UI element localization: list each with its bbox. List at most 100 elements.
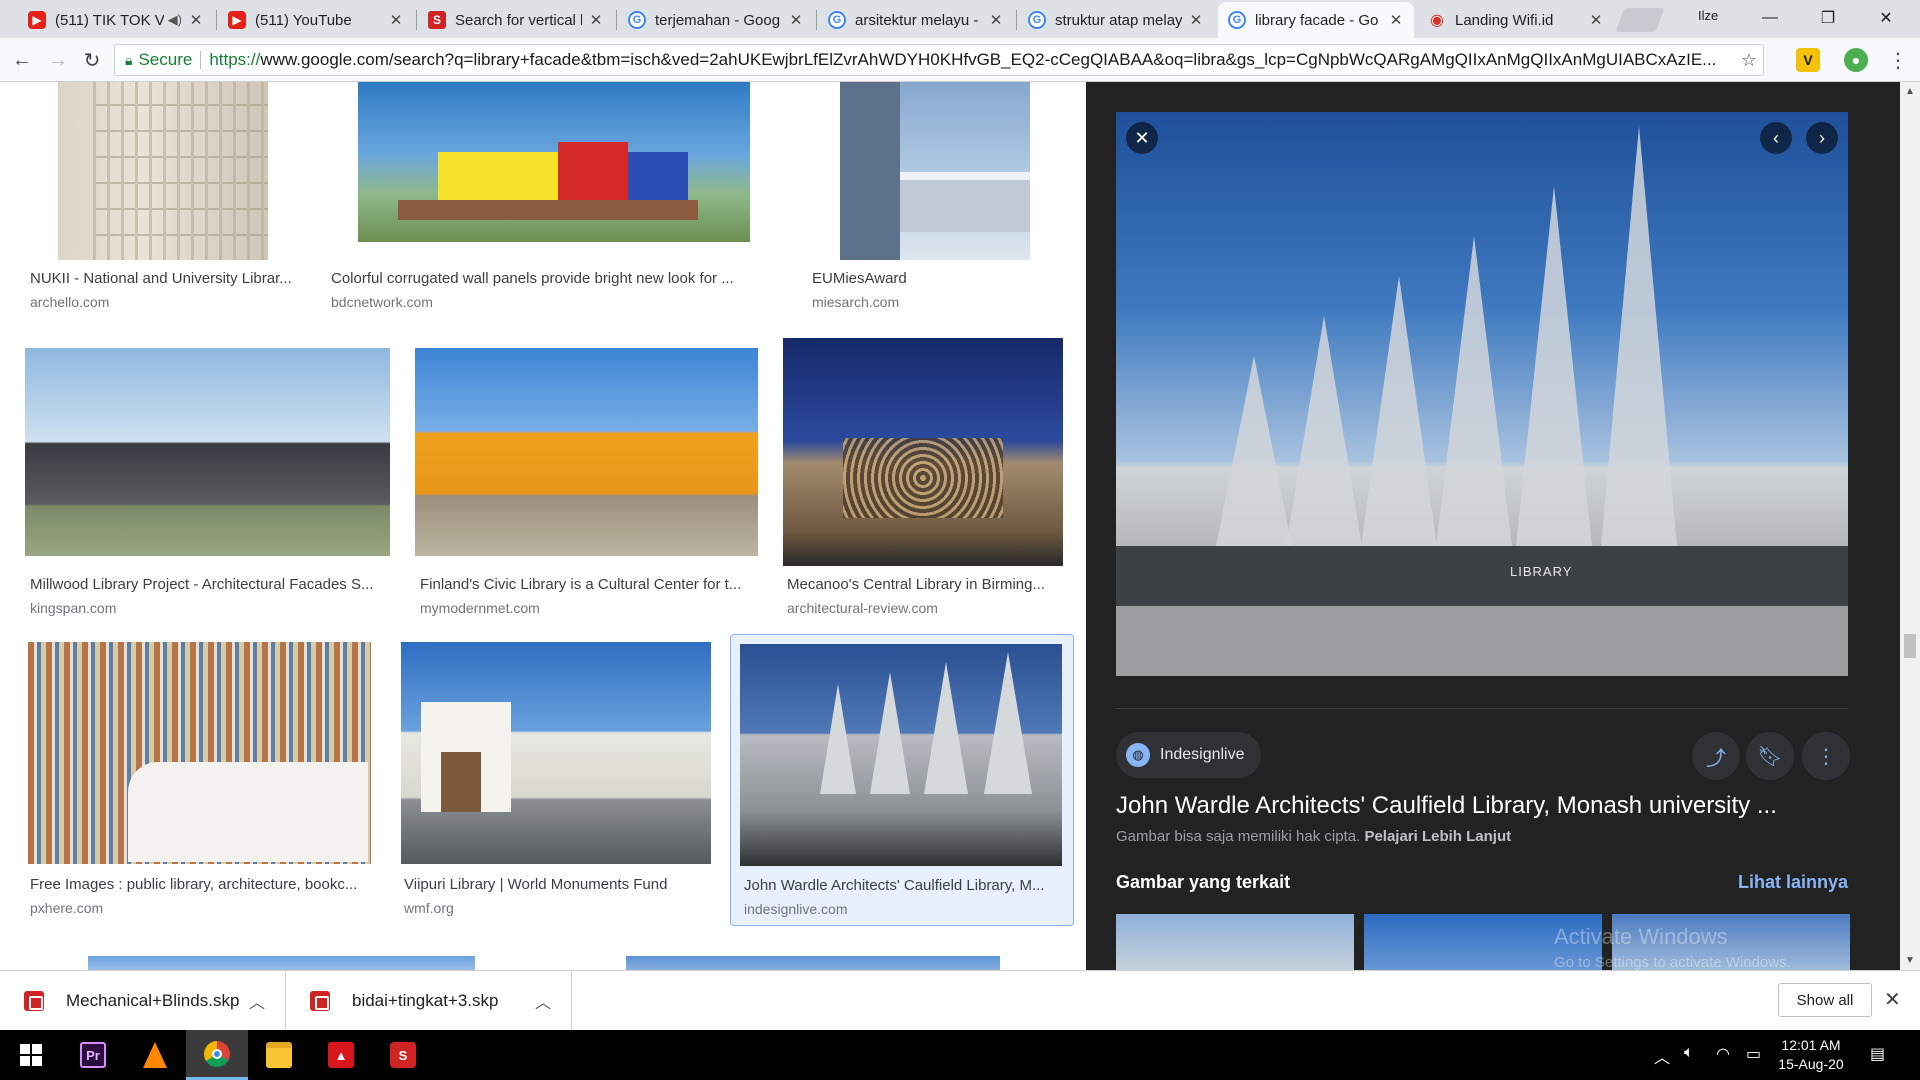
result-image[interactable] <box>358 82 750 242</box>
result-caption[interactable]: Finland's Civic Library is a Cultural Ce… <box>420 576 756 593</box>
volume-icon[interactable]: 🔈︎ <box>1684 1044 1694 1062</box>
tab-search-vertical[interactable]: S Search for vertical l ✕ <box>418 2 614 38</box>
save-bookmark-icon[interactable]: 🔖︎ <box>1746 732 1794 780</box>
result-tile[interactable]: Viipuri Library | World Monuments Fund w… <box>398 640 728 920</box>
close-tab-icon[interactable]: ✕ <box>1388 11 1404 29</box>
source-chip[interactable]: ◍ Indesignlive <box>1116 732 1261 778</box>
learn-more-link[interactable]: Pelajari Lebih Lanjut <box>1364 828 1511 845</box>
see-more-link[interactable]: Lihat lainnya <box>1738 872 1848 893</box>
result-caption[interactable]: Mecanoo's Central Library in Birming... <box>787 576 1059 593</box>
result-image[interactable] <box>626 956 1000 970</box>
bookmark-star-icon[interactable]: ☆ <box>1735 50 1763 71</box>
result-caption[interactable]: Free Images : public library, architectu… <box>30 876 370 893</box>
result-caption[interactable]: EUMiesAward <box>812 270 1052 287</box>
chrome-icon[interactable] <box>186 1030 248 1080</box>
result-image[interactable] <box>783 338 1063 566</box>
extension-globe-icon[interactable]: ● <box>1844 48 1868 72</box>
tab-struktur-atap[interactable]: G struktur atap melay ✕ <box>1018 2 1214 38</box>
result-caption[interactable]: Viipuri Library | World Monuments Fund <box>404 876 724 893</box>
close-downloads-icon[interactable]: ✕ <box>1884 987 1901 1012</box>
close-tab-icon[interactable]: ✕ <box>588 11 604 29</box>
profile-label[interactable]: Ilze <box>1698 8 1718 23</box>
maximize-icon[interactable]: ❐ <box>1800 0 1856 36</box>
result-image[interactable] <box>58 82 268 260</box>
panel-scrollbar[interactable]: ▲ ▼ <box>1900 82 1920 970</box>
preview-image[interactable]: LIBRARY <box>1116 112 1848 676</box>
more-options-icon[interactable]: ⋮ <box>1802 732 1850 780</box>
vlc-icon[interactable] <box>124 1030 186 1080</box>
result-tile[interactable]: Millwood Library Project - Architectural… <box>24 336 394 616</box>
result-tile[interactable]: Mecanoo's Central Library in Birming... … <box>782 336 1064 616</box>
scroll-down-icon[interactable]: ▼ <box>1900 955 1920 966</box>
result-source[interactable]: miesarch.com <box>812 294 899 310</box>
scrollbar-thumb[interactable] <box>1904 634 1916 658</box>
result-tile[interactable] <box>24 944 538 970</box>
share-icon[interactable]: ⤴ <box>1692 732 1740 780</box>
tab-landing-wifi[interactable]: ◉ Landing Wifi.id ✕ <box>1418 2 1614 38</box>
system-clock[interactable]: 12:01 AM 15-Aug-20 <box>1766 1036 1856 1074</box>
file-explorer-icon[interactable] <box>248 1030 310 1080</box>
result-source[interactable]: bdcnetwork.com <box>331 294 433 310</box>
url-text[interactable]: https://www.google.com/search?q=library+… <box>209 50 1735 70</box>
download-item[interactable]: Mechanical+Blinds.skp ︿ <box>0 971 286 1031</box>
tab-youtube[interactable]: ▶ (511) YouTube ✕ <box>218 2 414 38</box>
close-tab-icon[interactable]: ✕ <box>1588 11 1604 29</box>
close-window-icon[interactable]: ✕ <box>1858 0 1914 36</box>
battery-icon[interactable]: ▭ <box>1746 1044 1761 1064</box>
result-image[interactable] <box>401 642 711 864</box>
close-preview-icon[interactable]: ✕ <box>1126 122 1158 154</box>
result-source[interactable]: wmf.org <box>404 900 454 916</box>
result-source[interactable]: indesignlive.com <box>744 901 848 917</box>
address-bar[interactable]: 🔒︎ Secure https://www.google.com/search?… <box>114 44 1764 76</box>
action-center-icon[interactable]: ▤ <box>1870 1044 1885 1064</box>
result-source[interactable]: kingspan.com <box>30 600 116 616</box>
next-image-icon[interactable]: › <box>1806 122 1838 154</box>
result-tile[interactable]: Colorful corrugated wall panels provide … <box>326 82 784 326</box>
result-image[interactable] <box>415 348 758 556</box>
tab-terjemahan[interactable]: G terjemahan - Goog ✕ <box>618 2 814 38</box>
close-tab-icon[interactable]: ✕ <box>188 11 204 29</box>
result-image[interactable] <box>28 642 371 864</box>
close-tab-icon[interactable]: ✕ <box>388 11 404 29</box>
result-caption[interactable]: NUKII - National and University Librar..… <box>30 270 300 287</box>
close-tab-icon[interactable]: ✕ <box>788 11 804 29</box>
result-image[interactable] <box>88 956 475 970</box>
tab-arsitektur-melayu[interactable]: G arsitektur melayu - ✕ <box>818 2 1014 38</box>
result-image[interactable] <box>740 644 1062 866</box>
tab-library-facade[interactable]: G library facade - Go ✕ <box>1218 2 1414 38</box>
result-source[interactable]: archello.com <box>30 294 109 310</box>
close-tab-icon[interactable]: ✕ <box>988 11 1004 29</box>
result-image[interactable] <box>840 82 1030 260</box>
result-image[interactable] <box>25 348 390 556</box>
acrobat-icon[interactable]: ▲ <box>310 1030 372 1080</box>
new-tab-button[interactable] <box>1615 8 1665 32</box>
result-tile[interactable] <box>562 944 1064 970</box>
result-tile-selected[interactable]: John Wardle Architects' Caulfield Librar… <box>730 634 1074 926</box>
minimize-icon[interactable]: — <box>1742 0 1798 36</box>
reload-icon[interactable]: ↻ <box>78 46 106 74</box>
result-tile[interactable]: EUMiesAward miesarch.com <box>808 82 1064 326</box>
result-source[interactable]: architectural-review.com <box>787 600 938 616</box>
result-source[interactable]: mymodernmet.com <box>420 600 540 616</box>
wifi-icon[interactable]: ◠ <box>1716 1044 1730 1064</box>
result-tile[interactable]: NUKII - National and University Librar..… <box>24 82 302 326</box>
chevron-up-icon[interactable]: ︿ <box>535 989 551 1013</box>
result-tile[interactable]: Free Images : public library, architectu… <box>24 640 380 920</box>
result-caption[interactable]: John Wardle Architects' Caulfield Librar… <box>744 877 1062 894</box>
scroll-up-icon[interactable]: ▲ <box>1900 86 1920 97</box>
sketchup-icon[interactable]: S <box>372 1030 434 1080</box>
windows-start-icon[interactable] <box>0 1030 62 1080</box>
back-icon[interactable]: ← <box>8 46 36 74</box>
download-item[interactable]: bidai+tingkat+3.skp ︿ <box>286 971 572 1031</box>
result-caption[interactable]: Colorful corrugated wall panels provide … <box>331 270 771 287</box>
preview-title[interactable]: John Wardle Architects' Caulfield Librar… <box>1116 792 1856 820</box>
prev-image-icon[interactable]: ‹ <box>1760 122 1792 154</box>
premiere-pro-icon[interactable]: Pr <box>62 1030 124 1080</box>
related-image[interactable] <box>1116 914 1354 970</box>
show-all-button[interactable]: Show all <box>1778 983 1872 1017</box>
result-caption[interactable]: Millwood Library Project - Architectural… <box>30 576 390 593</box>
chevron-up-icon[interactable]: ︿ <box>249 989 265 1013</box>
tab-tiktok[interactable]: ▶ (511) TIK TOK V ◀) ✕ <box>18 2 214 38</box>
result-source[interactable]: pxhere.com <box>30 900 103 916</box>
chevron-up-icon[interactable]: ︿ <box>1654 1044 1670 1068</box>
